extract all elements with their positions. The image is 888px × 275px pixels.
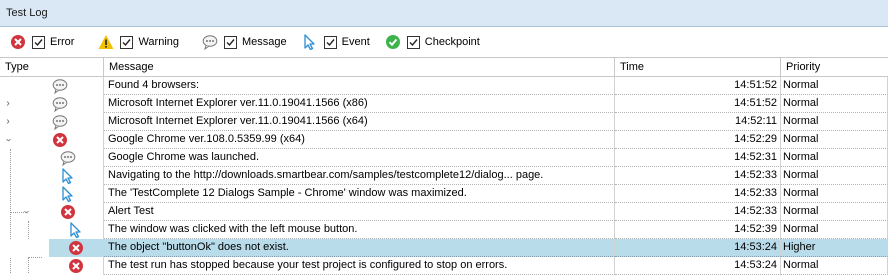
row-time: 14:52:11 — [615, 113, 781, 131]
row-message: Found 4 browsers: — [104, 77, 615, 95]
row-time: 14:52:33 — [615, 185, 781, 203]
expand-chevron-icon[interactable]: › — [3, 116, 13, 128]
filter-error[interactable]: Error — [10, 34, 74, 50]
table-row[interactable]: The 'TestComplete 12 Dialogs Sample - Ch… — [0, 185, 888, 203]
row-priority: Normal — [781, 113, 888, 131]
column-header-type[interactable]: Type — [0, 58, 104, 77]
row-time: 14:52:31 — [615, 149, 781, 167]
row-message: The 'TestComplete 12 Dialogs Sample - Ch… — [104, 185, 615, 203]
filter-label: Checkpoint — [424, 36, 480, 48]
filter-label: Event — [341, 36, 370, 48]
table-row[interactable]: › Google Chrome ver.108.0.5359.99 (x64) … — [0, 131, 888, 149]
row-priority: Normal — [781, 257, 888, 275]
row-message: Google Chrome ver.108.0.5359.99 (x64) — [104, 131, 615, 149]
panel-title: Test Log — [0, 0, 888, 27]
row-priority: Higher — [781, 239, 888, 257]
event-icon — [68, 222, 84, 238]
row-time: 14:51:52 — [615, 77, 781, 95]
row-time: 14:51:52 — [615, 95, 781, 113]
filter-label: Warning — [138, 36, 180, 48]
collapse-chevron-icon[interactable]: › — [2, 135, 14, 145]
event-icon — [60, 168, 76, 184]
row-time: 14:53:24 — [615, 239, 781, 257]
table-row[interactable]: The test run has stopped because your te… — [0, 257, 888, 275]
row-message: The window was clicked with the left mou… — [104, 221, 615, 239]
row-time: 14:52:39 — [615, 221, 781, 239]
message-icon — [202, 34, 218, 51]
table-row[interactable]: › Alert Test 14:52:33 Normal — [0, 203, 888, 221]
table-row[interactable]: › Microsoft Internet Explorer ver.11.0.1… — [0, 95, 888, 113]
log-grid: Type Message Time Priority Found 4 brows… — [0, 57, 888, 275]
column-header-message[interactable]: Message — [104, 58, 615, 77]
message-checkbox[interactable] — [224, 35, 238, 49]
error-icon — [68, 258, 84, 274]
message-icon — [52, 114, 68, 130]
message-icon — [60, 150, 76, 166]
row-priority: Normal — [781, 167, 888, 185]
filter-bar: Error Warning Message Event Checkpoint — [0, 27, 888, 57]
row-time: 14:52:33 — [615, 167, 781, 185]
table-row[interactable]: Navigating to the http://downloads.smart… — [0, 167, 888, 185]
event-icon — [302, 34, 318, 51]
checkpoint-icon — [385, 34, 401, 50]
error-icon — [10, 34, 26, 50]
row-message: Google Chrome was launched. — [104, 149, 615, 167]
error-icon — [68, 240, 84, 256]
warning-icon — [98, 34, 114, 50]
table-row[interactable]: › Microsoft Internet Explorer ver.11.0.1… — [0, 113, 888, 131]
row-priority: Normal — [781, 131, 888, 149]
checkpoint-checkbox[interactable] — [406, 35, 420, 49]
filter-checkpoint[interactable]: Checkpoint — [385, 34, 480, 50]
row-priority: Normal — [781, 149, 888, 167]
row-message: Microsoft Internet Explorer ver.11.0.190… — [104, 95, 615, 113]
table-row-selected[interactable]: The object "buttonOk" does not exist. 14… — [0, 239, 888, 257]
filter-message[interactable]: Message — [202, 34, 287, 51]
error-icon — [60, 204, 76, 220]
table-row[interactable]: The window was clicked with the left mou… — [0, 221, 888, 239]
row-message: Microsoft Internet Explorer ver.11.0.190… — [104, 113, 615, 131]
collapse-chevron-icon[interactable]: › — [20, 207, 32, 217]
filter-label: Message — [242, 36, 287, 48]
message-icon — [52, 96, 68, 112]
row-priority: Normal — [781, 185, 888, 203]
filter-warning[interactable]: Warning — [98, 34, 179, 50]
row-priority: Normal — [781, 95, 888, 113]
row-message: Navigating to the http://downloads.smart… — [104, 167, 615, 185]
column-header-time[interactable]: Time — [615, 58, 781, 77]
log-rows: Found 4 browsers: 14:51:52 Normal › Micr… — [0, 77, 888, 275]
expand-chevron-icon[interactable]: › — [3, 98, 13, 110]
row-message: The test run has stopped because your te… — [104, 257, 615, 275]
grid-header: Type Message Time Priority — [0, 58, 888, 77]
row-priority: Normal — [781, 203, 888, 221]
event-checkbox[interactable] — [323, 35, 337, 49]
filter-event[interactable]: Event — [302, 34, 370, 51]
table-row[interactable]: Found 4 browsers: 14:51:52 Normal — [0, 77, 888, 95]
error-checkbox[interactable] — [32, 35, 45, 49]
error-icon — [52, 132, 68, 148]
row-time: 14:53:24 — [615, 257, 781, 275]
row-message: Alert Test — [104, 203, 615, 221]
table-row[interactable]: Google Chrome was launched. 14:52:31 Nor… — [0, 149, 888, 167]
row-priority: Normal — [781, 77, 888, 95]
row-time: 14:52:29 — [615, 131, 781, 149]
row-message: The object "buttonOk" does not exist. — [104, 239, 615, 257]
row-time: 14:52:33 — [615, 203, 781, 221]
event-icon — [60, 186, 76, 202]
column-header-priority[interactable]: Priority — [781, 58, 888, 77]
warning-checkbox[interactable] — [120, 35, 134, 49]
filter-label: Error — [50, 36, 75, 48]
row-priority: Normal — [781, 221, 888, 239]
message-icon — [52, 78, 68, 94]
